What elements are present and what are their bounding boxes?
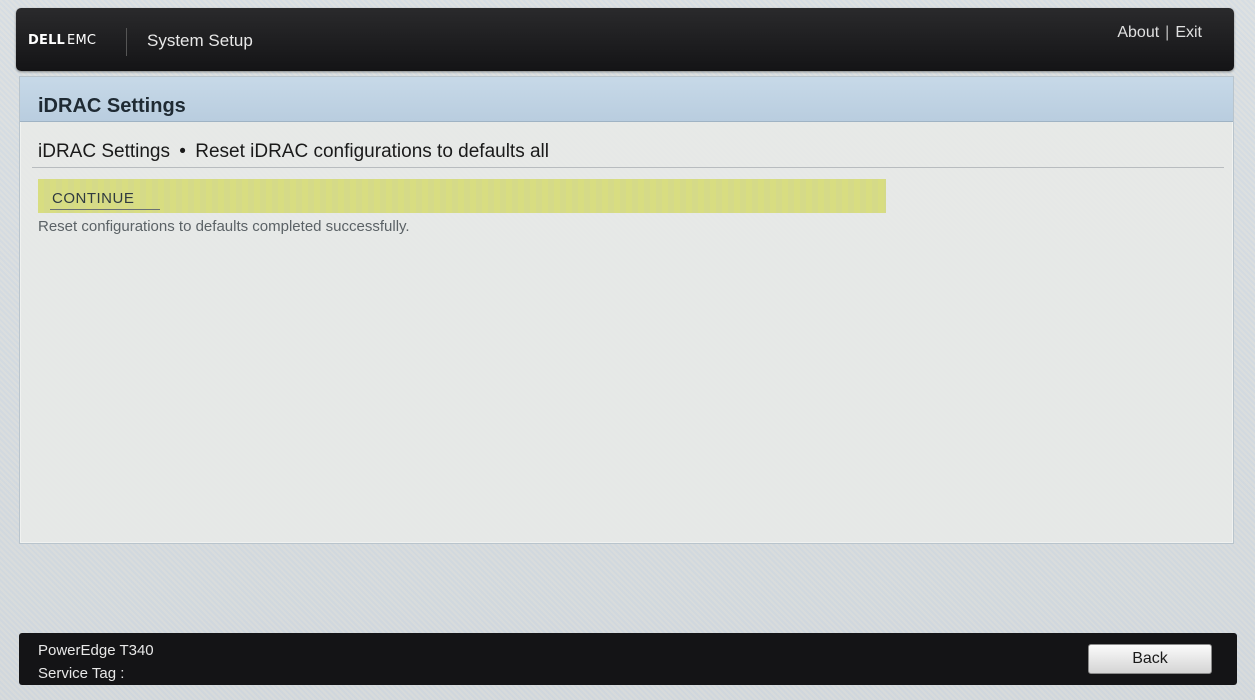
dell-emc-logo: DELL EMC — [28, 33, 96, 48]
panel-title-bar: iDRAC Settings — [20, 77, 1233, 122]
exit-link[interactable]: Exit — [1175, 24, 1202, 41]
breadcrumb: iDRAC Settings • Reset iDRAC configurati… — [38, 141, 549, 163]
main-panel: iDRAC Settings iDRAC Settings • Reset iD… — [19, 76, 1234, 544]
continue-button[interactable]: CONTINUE — [38, 179, 886, 213]
continue-underline — [50, 209, 160, 210]
system-model: PowerEdge T340 — [38, 642, 154, 659]
header-divider — [126, 28, 127, 56]
header-bar: DELL EMC System Setup About | Exit — [16, 8, 1234, 71]
logo-suffix: EMC — [67, 33, 97, 48]
service-tag-label: Service Tag : — [38, 665, 125, 682]
footer-bar: PowerEdge T340 Service Tag : Back — [19, 633, 1237, 685]
back-button[interactable]: Back — [1088, 644, 1212, 674]
continue-label: CONTINUE — [52, 190, 135, 207]
about-link[interactable]: About — [1117, 24, 1159, 41]
status-message: Reset configurations to defaults complet… — [38, 218, 410, 235]
header-links: About | Exit — [1117, 24, 1202, 42]
app-title: System Setup — [147, 31, 253, 50]
link-separator: | — [1165, 24, 1170, 41]
breadcrumb-root: iDRAC Settings — [38, 141, 170, 162]
logo-brand: DELL — [28, 33, 66, 48]
page-title: iDRAC Settings — [38, 95, 186, 117]
breadcrumb-divider — [32, 167, 1224, 168]
breadcrumb-current: Reset iDRAC configurations to defaults a… — [195, 141, 550, 162]
breadcrumb-separator: • — [179, 141, 186, 162]
